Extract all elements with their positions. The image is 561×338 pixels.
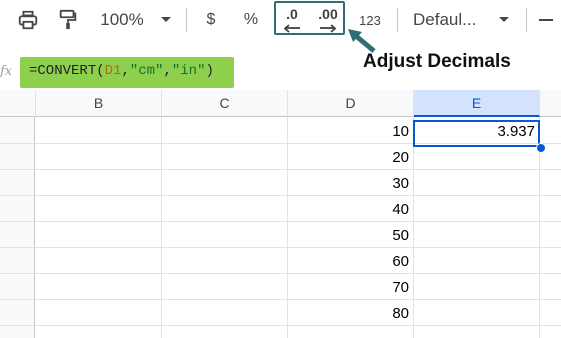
formula-comma: , xyxy=(121,63,130,79)
cell-d5[interactable]: 50 xyxy=(288,222,413,248)
grid-line xyxy=(0,247,561,248)
percent-symbol: % xyxy=(243,11,259,28)
row-number-column xyxy=(0,117,35,338)
formula-to-unit: "in" xyxy=(171,63,206,79)
toolbar-divider xyxy=(526,8,527,32)
column-header-f[interactable] xyxy=(540,90,561,117)
toolbar: 100% $ % .0 .00 123 Defaul... xyxy=(0,0,561,40)
cell-d7[interactable]: 70 xyxy=(288,274,413,300)
grid-line xyxy=(0,169,561,170)
column-header-e[interactable]: E xyxy=(414,90,540,117)
formula-function: CONVERT( xyxy=(37,63,105,79)
fill-handle[interactable] xyxy=(536,143,546,153)
currency-symbol: $ xyxy=(206,11,216,28)
active-cell-outline xyxy=(413,120,540,147)
grid-line xyxy=(0,325,561,326)
zoom-select[interactable]: 100% xyxy=(94,0,150,40)
grid-line xyxy=(0,273,561,274)
cell-d2[interactable]: 20 xyxy=(288,144,413,170)
cell-d3[interactable]: 30 xyxy=(288,170,413,196)
font-value: Defaul... xyxy=(413,10,477,29)
column-header-row: B C D E xyxy=(0,90,561,117)
zoom-value: 100% xyxy=(100,10,144,29)
paint-format-icon[interactable] xyxy=(55,0,81,40)
cell-d6[interactable]: 60 xyxy=(288,248,413,274)
formula-bar: fx =CONVERT(D1,"cm","in") xyxy=(0,55,561,89)
column-header-b[interactable]: B xyxy=(36,90,162,117)
formula-from-unit: "cm" xyxy=(129,63,164,79)
cell-d8[interactable]: 80 xyxy=(288,300,413,326)
fx-icon: fx xyxy=(0,64,13,79)
formula-comma: , xyxy=(163,63,172,79)
grid-line xyxy=(413,117,414,338)
grid-line xyxy=(0,299,561,300)
spreadsheet-grid: B C D E 10 20 30 40 50 60 70 80 3.937 xyxy=(0,90,561,338)
grid-line xyxy=(0,195,561,196)
currency-format-button[interactable]: $ xyxy=(200,0,222,40)
cell-d1[interactable]: 10 xyxy=(288,118,413,144)
minus-icon xyxy=(539,19,553,21)
toolbar-divider xyxy=(186,8,187,32)
select-all-corner[interactable] xyxy=(0,90,36,117)
toolbar-divider xyxy=(397,8,398,32)
chevron-down-icon[interactable] xyxy=(494,0,514,40)
decimals-highlight-box xyxy=(274,1,345,35)
percent-format-button[interactable]: % xyxy=(240,0,262,40)
column-header-c[interactable]: C xyxy=(162,90,288,117)
cell-d4[interactable]: 40 xyxy=(288,196,413,222)
grid-line xyxy=(0,221,561,222)
chevron-down-icon[interactable] xyxy=(156,0,176,40)
font-select[interactable]: Defaul... xyxy=(413,0,485,40)
decrease-font-size-button[interactable] xyxy=(536,0,556,40)
print-icon[interactable] xyxy=(14,0,42,40)
grid-line xyxy=(161,117,162,338)
formula-cell-ref: D1 xyxy=(104,63,122,79)
formula-close-paren: ) xyxy=(205,63,214,79)
annotation-arrow xyxy=(348,29,376,53)
column-header-d[interactable]: D xyxy=(288,90,414,117)
formula-input[interactable]: =CONVERT(D1,"cm","in") xyxy=(20,57,234,88)
